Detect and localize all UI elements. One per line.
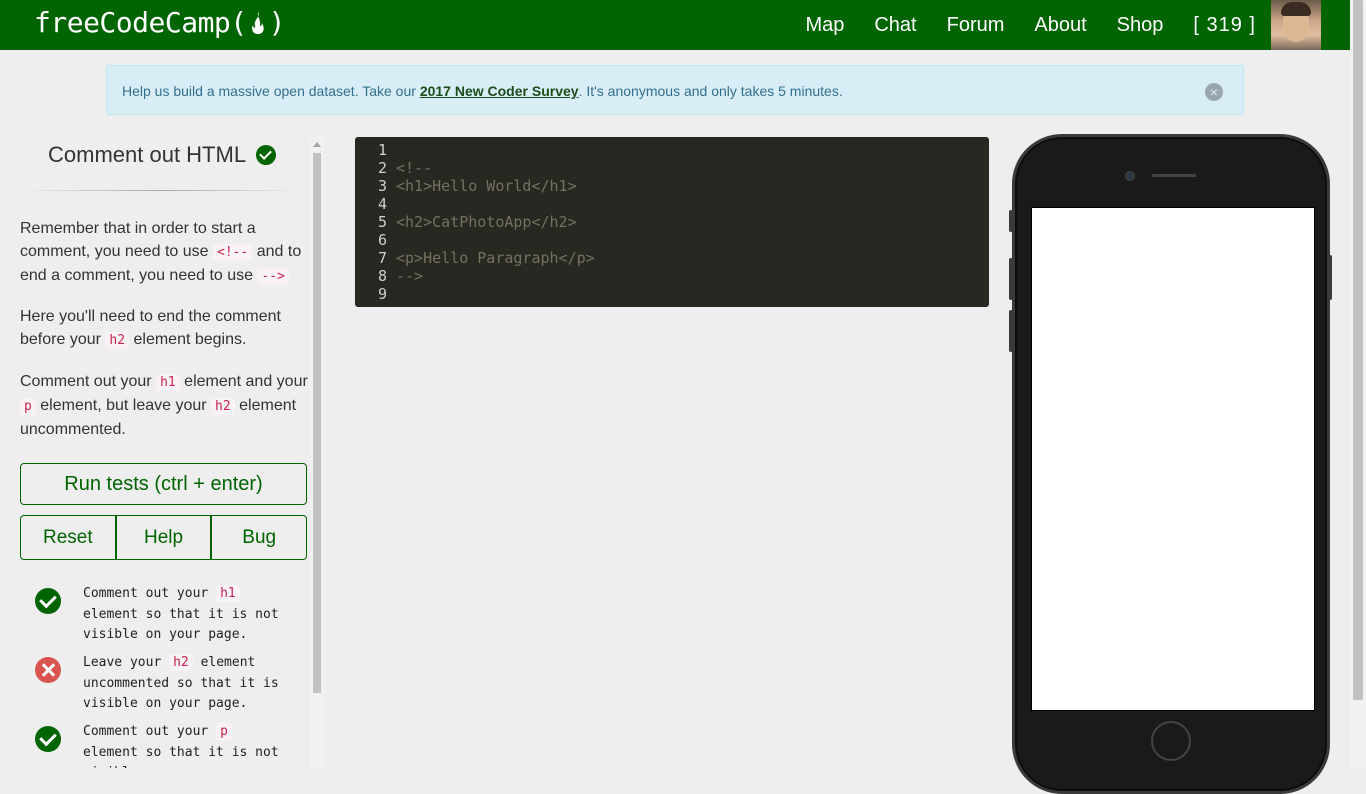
line-number: 9 xyxy=(377,285,387,303)
sidebar-scrollbar-thumb[interactable] xyxy=(313,153,321,693)
page-scrollbar-thumb[interactable] xyxy=(1353,0,1363,700)
instruction-paragraph-3: Comment out your h1 element and your p e… xyxy=(20,373,308,438)
sidebar-scrollbar[interactable] xyxy=(310,137,324,768)
line-code[interactable]: --> xyxy=(396,267,423,285)
nav-link-map[interactable]: Map xyxy=(805,14,844,37)
editor-line[interactable]: 9 xyxy=(355,285,989,303)
challenge-sidebar: Comment out HTML Remember that in order … xyxy=(0,137,310,768)
code-snippet: p xyxy=(20,398,36,415)
points-counter[interactable]: [ 319 ] xyxy=(1193,14,1256,37)
code-snippet: --> xyxy=(257,268,289,285)
code-snippet: h1 xyxy=(216,585,240,602)
line-number: 7 xyxy=(377,249,387,267)
editor-line[interactable]: 2 <!-- xyxy=(355,159,989,177)
phone-speaker xyxy=(1152,174,1196,177)
instruction-paragraph-1: Remember that in order to start a commen… xyxy=(20,220,302,285)
line-number: 5 xyxy=(377,213,387,231)
editor-line[interactable]: 6 xyxy=(355,231,989,249)
code-snippet: p xyxy=(216,723,232,740)
line-code[interactable]: <p>Hello Paragraph</p> xyxy=(396,249,595,267)
test-text: Leave your h2 element uncommented so tha… xyxy=(83,654,279,711)
reset-button[interactable]: Reset xyxy=(20,515,116,560)
phone-camera xyxy=(1125,171,1135,181)
page-scrollbar[interactable] xyxy=(1350,0,1366,768)
nav-link-about[interactable]: About xyxy=(1034,14,1086,37)
test-text: Comment out your p element so that it is… xyxy=(83,723,279,768)
nav-link-forum[interactable]: Forum xyxy=(947,14,1005,37)
nav-links: Map Chat Forum About Shop [ 319 ] xyxy=(775,0,1256,50)
editor-line[interactable]: 3 <h1>Hello World</h1> xyxy=(355,177,989,195)
line-code[interactable]: <h2>CatPhotoApp</h2> xyxy=(396,213,577,231)
instruction-paragraph-2: Here you'll need to end the comment befo… xyxy=(20,308,281,349)
challenge-title: Comment out HTML xyxy=(48,142,277,168)
freecodecamp-logo[interactable]: freeCodeCamp( ) xyxy=(34,6,286,39)
bug-button[interactable]: Bug xyxy=(211,515,308,560)
line-number: 1 xyxy=(377,141,387,159)
code-snippet: h2 xyxy=(211,398,235,415)
flame-icon xyxy=(251,11,264,34)
close-icon[interactable]: × xyxy=(1205,83,1223,101)
help-button[interactable]: Help xyxy=(115,515,212,560)
pass-check-icon xyxy=(35,588,61,614)
phone-side-button xyxy=(1009,210,1013,232)
code-snippet: <!-- xyxy=(213,244,253,261)
fail-x-icon xyxy=(35,657,61,683)
code-snippet: h1 xyxy=(156,374,180,391)
challenge-title-text: Comment out HTML xyxy=(48,142,247,167)
phone-side-button xyxy=(1009,310,1013,352)
phone-home-button xyxy=(1151,721,1191,761)
scroll-up-arrow-icon[interactable] xyxy=(313,142,321,147)
title-divider xyxy=(22,190,302,191)
nav-link-shop[interactable]: Shop xyxy=(1117,14,1164,37)
alert-text-after: . It's anonymous and only takes 5 minute… xyxy=(578,83,843,99)
code-editor[interactable]: 1 2 <!-- 3 <h1>Hello World</h1> 4 5 <h2>Cat… xyxy=(355,137,989,307)
editor-line[interactable]: 7 <p>Hello Paragraph</p> xyxy=(355,249,989,267)
line-number: 6 xyxy=(377,231,387,249)
survey-alert: Help us build a massive open dataset. Ta… xyxy=(106,65,1244,115)
pass-check-icon xyxy=(35,726,61,752)
survey-link[interactable]: 2017 New Coder Survey xyxy=(420,83,579,99)
user-avatar[interactable] xyxy=(1271,0,1321,50)
line-number: 2 xyxy=(377,159,387,177)
line-number: 4 xyxy=(377,195,387,213)
avatar-hair xyxy=(1281,2,1311,16)
editor-line[interactable]: 4 xyxy=(355,195,989,213)
line-code[interactable]: <h1>Hello World</h1> xyxy=(396,177,577,195)
editor-line[interactable]: 1 xyxy=(355,141,989,159)
editor-line[interactable]: 5 <h2>CatPhotoApp</h2> xyxy=(355,213,989,231)
line-number: 3 xyxy=(377,177,387,195)
alert-text: Help us build a massive open dataset. Ta… xyxy=(122,83,843,99)
phone-preview-frame xyxy=(1012,134,1330,794)
line-number: 8 xyxy=(377,267,387,285)
code-snippet: h2 xyxy=(105,332,130,349)
phone-side-button xyxy=(1328,255,1332,300)
alert-text-before: Help us build a massive open dataset. Ta… xyxy=(122,83,420,99)
logo-paren: ) xyxy=(268,6,286,39)
code-snippet: h2 xyxy=(169,654,193,671)
editor-line[interactable]: 8 --> xyxy=(355,267,989,285)
phone-side-button xyxy=(1009,258,1013,300)
action-button-group: Reset Help Bug xyxy=(20,515,308,560)
logo-text: freeCodeCamp( xyxy=(34,6,247,39)
test-text: Comment out your h1 element so that it i… xyxy=(83,585,279,642)
top-navbar: freeCodeCamp( ) Map Chat Forum About Sho… xyxy=(0,0,1350,50)
run-tests-button[interactable]: Run tests (ctrl + enter) xyxy=(20,463,307,505)
line-code[interactable]: <!-- xyxy=(396,159,432,177)
nav-link-chat[interactable]: Chat xyxy=(874,14,916,37)
preview-screen[interactable] xyxy=(1031,207,1315,711)
completed-check-icon xyxy=(256,145,277,165)
